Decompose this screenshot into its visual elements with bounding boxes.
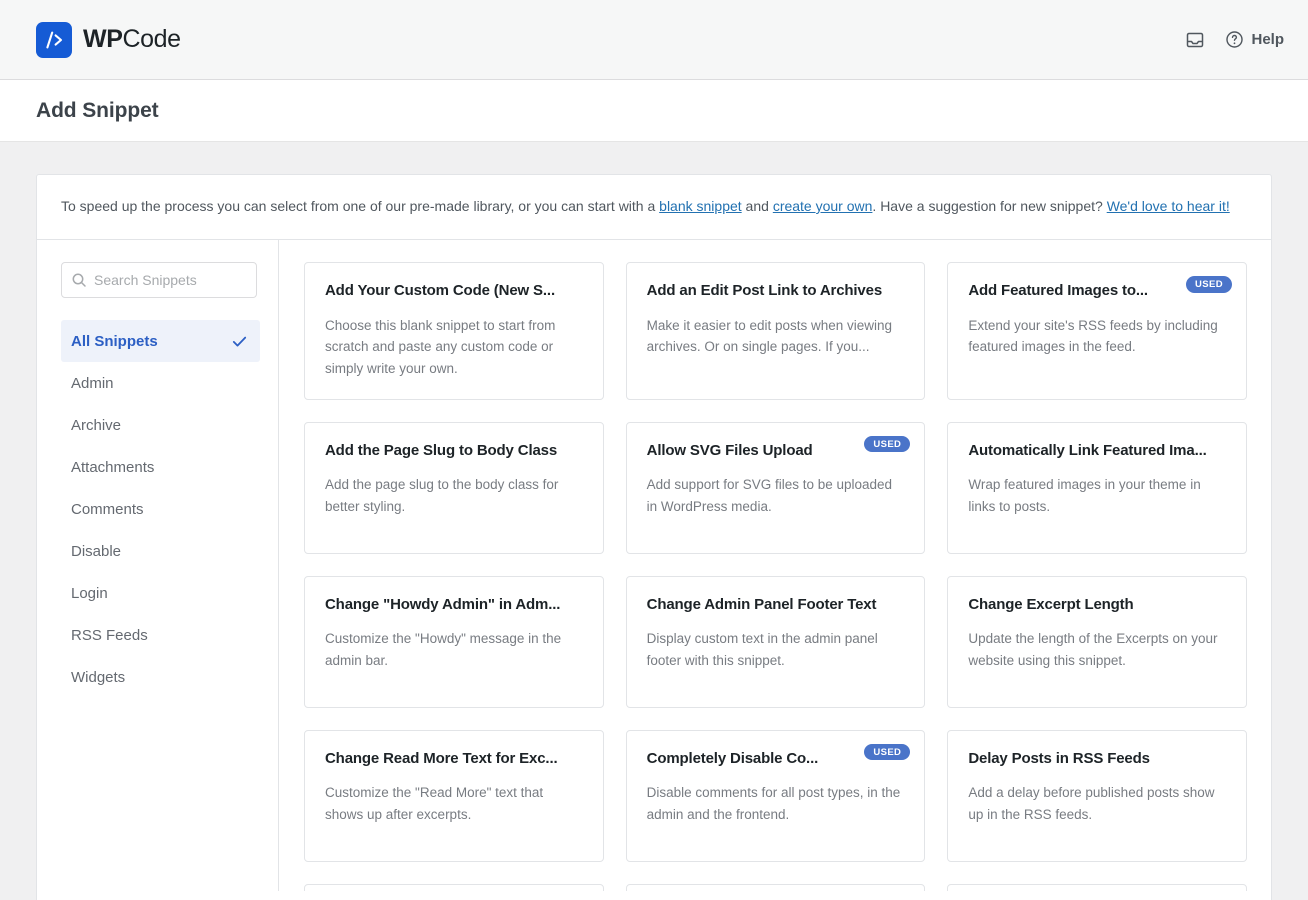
- snippet-card[interactable]: Add the Page Slug to Body Class Add the p…: [304, 421, 604, 554]
- brand-text: WPCode: [83, 25, 181, 54]
- sidebar-item-label: RSS Feeds: [71, 626, 148, 644]
- snippet-description: Add the page slug to the body class for …: [325, 477, 559, 514]
- snippet-description: Add a delay before published posts show …: [968, 785, 1215, 822]
- snippet-card[interactable]: Disable Automatic Updates Ema...Stop get…: [947, 883, 1247, 892]
- snippet-title: Add Your Custom Code (New S...: [325, 282, 555, 300]
- snippet-description: Disable comments for all post types, in …: [646, 785, 901, 822]
- snippet-description: Display custom text in the admin panel f…: [646, 631, 878, 668]
- notice-text-part2: and: [741, 198, 773, 214]
- top-bar: WPCode Help: [0, 0, 1308, 80]
- sidebar-item-label: Login: [71, 584, 108, 602]
- panel-content: All Snippets Admin Archive Attachments Comme…: [37, 240, 1271, 892]
- snippet-card[interactable]: Add Your Custom Code (New S... Choose thi…: [304, 262, 604, 400]
- page-title: Add Snippet: [36, 98, 159, 122]
- brand-text-code: Code: [122, 25, 181, 53]
- snippet-title: Change "Howdy Admin" in Adm...: [325, 595, 561, 613]
- sidebar-item-disable[interactable]: Disable: [61, 530, 260, 572]
- notice-text-part3: . Have a suggestion for new snippet?: [872, 198, 1107, 214]
- sidebar-item-label: All Snippets: [71, 332, 158, 350]
- page-title-bar: Add Snippet: [0, 80, 1308, 142]
- question-circle-icon: [1225, 30, 1244, 49]
- snippet-card[interactable]: Change "Howdy Admin" in Adm... Customize …: [304, 575, 604, 708]
- snippet-description: Add support for SVG files to be uploaded…: [646, 477, 893, 514]
- snippet-card[interactable]: USED Add Featured Images to... Extend your…: [947, 262, 1247, 400]
- sidebar-item-label: Widgets: [71, 668, 126, 686]
- snippet-description: Extend your site's RSS feeds by includin…: [968, 317, 1218, 355]
- snippet-title: Add an Edit Post Link to Archives: [646, 282, 883, 300]
- brand-text-wp: WP: [83, 25, 123, 53]
- category-list: All Snippets Admin Archive Attachments Comme…: [61, 320, 260, 698]
- snippet-title: Change Admin Panel Footer Text: [646, 595, 877, 613]
- snippet-card[interactable]: Delay Posts in RSS Feeds Add a delay befo…: [947, 729, 1247, 862]
- snippet-title: Add the Page Slug to Body Class: [325, 441, 558, 459]
- snippet-card[interactable]: Change Read More Text for Exc... Customiz…: [304, 729, 604, 862]
- brand-logo[interactable]: WPCode: [36, 21, 181, 58]
- sidebar-item-label: Disable: [71, 542, 122, 560]
- snippet-card[interactable]: USED Completely Disable Co... Disable comm…: [625, 729, 926, 862]
- snippet-description: Update the length of the Excerpts on you…: [968, 631, 1218, 668]
- snippet-card[interactable]: Automatically Link Featured Ima... Wrap f…: [947, 421, 1247, 554]
- main-panel: To speed up the process you can select f…: [36, 174, 1272, 900]
- library-notice: To speed up the process you can select f…: [37, 175, 1271, 241]
- help-label: Help: [1251, 31, 1284, 48]
- sidebar-item-all-snippets[interactable]: All Snippets: [61, 320, 260, 363]
- snippet-description: Wrap featured images in your theme in li…: [968, 477, 1201, 514]
- snippet-card[interactable]: Add an Edit Post Link to Archives Make it…: [625, 262, 926, 400]
- snippet-description: Customize the "Read More" text that show…: [325, 785, 544, 822]
- sidebar-item-label: Attachments: [71, 458, 155, 476]
- search-snippets-wrapper: [61, 262, 260, 299]
- sidebar-item-attachments[interactable]: Attachments: [61, 446, 260, 488]
- sidebar-item-admin[interactable]: Admin: [61, 362, 260, 404]
- blank-snippet-link[interactable]: blank snippet: [659, 198, 742, 214]
- sidebar-item-login[interactable]: Login: [61, 572, 260, 614]
- sidebar-item-archive[interactable]: Archive: [61, 404, 260, 446]
- snippet-description: Customize the "Howdy" message in the adm…: [325, 631, 562, 668]
- snippet-description: Make it easier to edit posts when viewin…: [646, 317, 893, 355]
- inbox-icon[interactable]: [1185, 30, 1205, 50]
- category-sidebar: All Snippets Admin Archive Attachments Comme…: [37, 240, 279, 892]
- snippet-card[interactable]: Change Admin Panel Footer Text Display cu…: [625, 575, 926, 708]
- sidebar-item-comments[interactable]: Comments: [61, 488, 260, 530]
- snippet-card[interactable]: Change Excerpt Length Update the length o…: [947, 575, 1247, 708]
- notice-text-part1: To speed up the process you can select f…: [61, 198, 660, 214]
- snippet-card[interactable]: Disable Automatic UpdatesUse this snippe…: [625, 883, 926, 892]
- snippet-title: Change Read More Text for Exc...: [325, 749, 558, 767]
- create-your-own-link[interactable]: create your own: [773, 198, 873, 214]
- snippet-title: Delay Posts in RSS Feeds: [968, 749, 1150, 767]
- wpcode-logo-icon: [36, 21, 72, 58]
- snippet-grid: Add Your Custom Code (New S... Choose thi…: [304, 262, 1247, 892]
- sidebar-item-label: Archive: [71, 416, 122, 434]
- sidebar-item-widgets[interactable]: Widgets: [61, 656, 260, 698]
- snippet-description: Choose this blank snippet to start from …: [325, 317, 556, 376]
- used-badge: USED: [1185, 276, 1232, 293]
- snippet-grid-area: Add Your Custom Code (New S... Choose thi…: [279, 240, 1271, 892]
- suggest-snippet-link[interactable]: We'd love to hear it!: [1107, 198, 1230, 214]
- snippet-title: Automatically Link Featured Ima...: [968, 441, 1207, 459]
- sidebar-item-label: Comments: [71, 500, 144, 518]
- snippet-title: Change Excerpt Length: [968, 595, 1134, 613]
- snippet-card[interactable]: USED Allow SVG Files Upload Add support fo…: [625, 421, 926, 554]
- help-button[interactable]: Help: [1225, 30, 1284, 49]
- snippet-card[interactable]: USEDDisable Attachment Pag...Hide the At…: [304, 883, 604, 892]
- top-bar-actions: Help: [1185, 30, 1284, 50]
- sidebar-item-rss-feeds[interactable]: RSS Feeds: [61, 614, 260, 656]
- search-input[interactable]: [61, 262, 257, 299]
- sidebar-item-label: Admin: [71, 374, 114, 392]
- check-icon: [231, 333, 248, 350]
- used-badge: USED: [864, 743, 911, 761]
- used-badge: USED: [864, 435, 911, 453]
